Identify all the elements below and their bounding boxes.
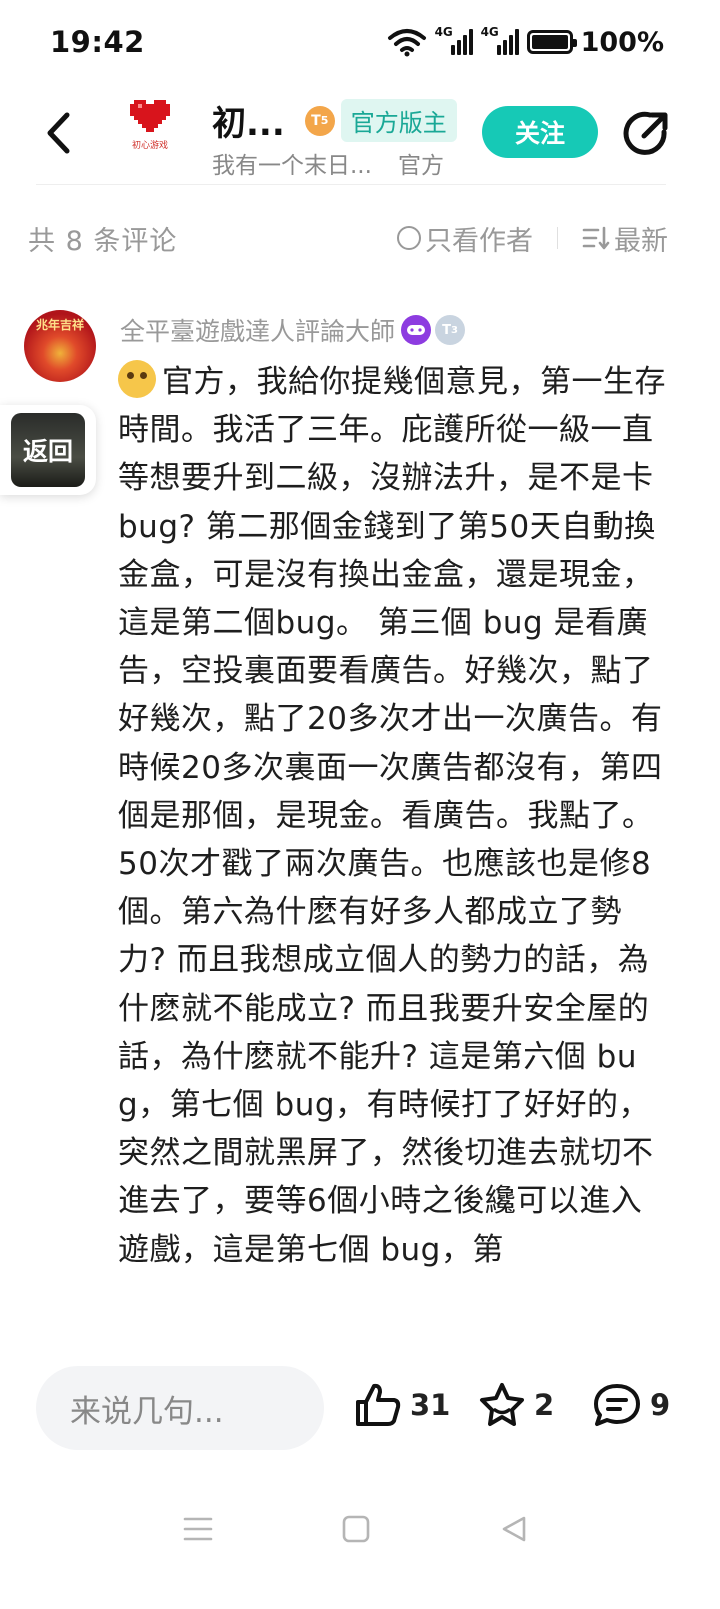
- author-only-label: 只看作者: [425, 225, 533, 257]
- network-type-1: 4G: [434, 25, 453, 39]
- status-bar: 19:42 4G 4G 100%: [0, 0, 720, 84]
- back-button[interactable]: [36, 108, 80, 158]
- comment-content: 官方，我給你提幾個意見，第一生存時間。我活了三年。庇護所從一級一直等想要升到二級…: [118, 364, 666, 1268]
- bottom-action-bar: 来说几句... 31 2 9: [0, 1342, 720, 1482]
- reply-count: 9: [650, 1388, 671, 1422]
- return-label: 返回: [11, 413, 85, 487]
- filter-options: 只看作者 最新: [397, 219, 668, 258]
- like-count: 31: [410, 1388, 451, 1422]
- avatar-text: 兆年吉祥: [35, 318, 84, 332]
- triangle-back-icon: [502, 1516, 526, 1542]
- game-subtitle: 我有一个末日...: [212, 153, 372, 179]
- role-badge: 官方版主: [340, 99, 457, 142]
- content-fade: [0, 1300, 720, 1346]
- commenter-info: 全平臺遊戲達人評論大師 T3: [120, 312, 466, 348]
- commenter-avatar[interactable]: 兆年吉祥: [24, 310, 96, 382]
- level-number: 5: [320, 114, 329, 127]
- status-icons: 4G 4G 100%: [387, 25, 664, 58]
- sort-icon: [582, 226, 610, 250]
- comment-count: 共 8 条评论: [28, 225, 178, 257]
- share-button[interactable]: [620, 108, 672, 160]
- nav-menu-button[interactable]: [168, 1504, 228, 1554]
- status-time: 19:42: [50, 25, 145, 59]
- author-only-toggle[interactable]: 只看作者: [397, 219, 533, 258]
- filter-divider: [557, 227, 558, 249]
- header-divider: [36, 184, 666, 185]
- sort-label: 最新: [614, 225, 668, 257]
- gamepad-badge-icon: [401, 315, 432, 345]
- comment-text: 官方，我給你提幾個意見，第一生存時間。我活了三年。庇護所從一級一直等想要升到二級…: [118, 358, 666, 1342]
- signal-icon-2: 4G: [481, 25, 519, 55]
- level-badge: T5: [304, 105, 335, 136]
- star-icon: [480, 1383, 524, 1426]
- tier-badge: T3: [435, 315, 466, 345]
- menu-icon: [183, 1517, 213, 1541]
- subtitle-row: 我有一个末日... 官方: [212, 146, 444, 180]
- like-button[interactable]: 31: [354, 1382, 450, 1428]
- favorite-count: 2: [534, 1388, 555, 1422]
- network-type-2: 4G: [480, 25, 499, 39]
- subtitle-tag: 官方: [397, 153, 444, 179]
- square-icon: [342, 1515, 370, 1543]
- chevron-left-icon: [47, 112, 70, 154]
- battery-icon: [526, 30, 577, 54]
- nav-back-button[interactable]: [484, 1504, 544, 1554]
- system-nav-bar: [0, 1482, 720, 1609]
- comment-input[interactable]: 来说几句...: [36, 1366, 324, 1450]
- battery-level: 100%: [580, 26, 664, 58]
- commenter-name[interactable]: 全平臺遊戲達人評論大師: [120, 312, 395, 348]
- radio-circle-icon: [397, 226, 421, 250]
- game-avatar[interactable]: 初心游戏: [124, 100, 176, 166]
- share-icon: [623, 111, 668, 155]
- return-to-game-button[interactable]: 返回: [0, 405, 96, 495]
- tier-number: 3: [450, 324, 458, 336]
- signal-icon-1: 4G: [435, 25, 473, 55]
- sort-toggle[interactable]: 最新: [582, 219, 668, 258]
- game-logo-caption: 初心游戏: [131, 141, 168, 151]
- emoji-icon: [118, 360, 156, 398]
- heart-logo-icon: [130, 100, 170, 132]
- header: 初心游戏 初... T5 官方版主 我有一个末日... 官方 关注: [0, 90, 720, 185]
- page-title: 初...: [212, 104, 285, 144]
- favorite-button[interactable]: 2: [478, 1382, 554, 1428]
- follow-button[interactable]: 关注: [482, 106, 598, 158]
- wifi-icon: [387, 29, 426, 57]
- chat-bubble-icon: [594, 1384, 640, 1426]
- reply-button[interactable]: 9: [592, 1382, 670, 1428]
- title-row: 初... T5 官方版主: [212, 96, 457, 145]
- nav-home-button[interactable]: [326, 1504, 386, 1554]
- thumbs-up-icon: [356, 1383, 401, 1426]
- screen: 19:42 4G 4G 100% 初心游戏 初... T 5 官方版主 我有一个…: [0, 0, 720, 1609]
- comment-filter-bar: 共 8 条评论 只看作者 最新: [28, 218, 668, 258]
